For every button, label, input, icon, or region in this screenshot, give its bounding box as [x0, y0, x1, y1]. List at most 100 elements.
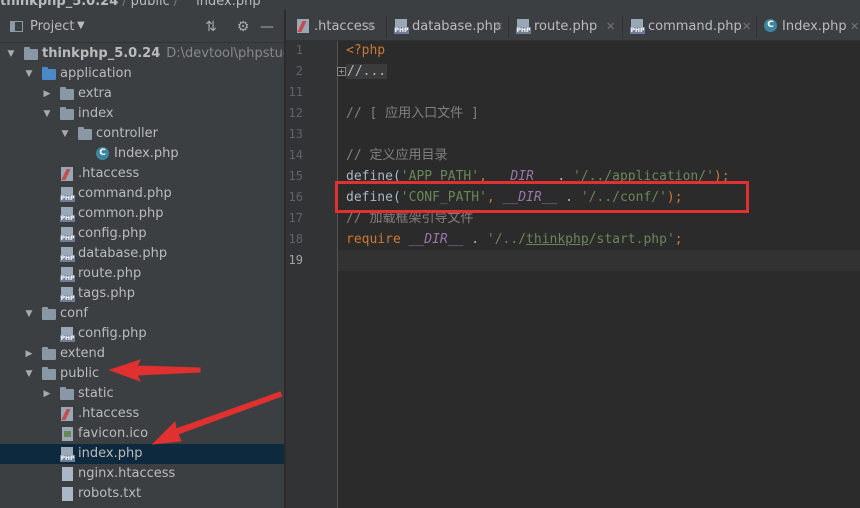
code-line[interactable]: // 定义应用目录	[346, 145, 447, 166]
tree-item[interactable]: PHP route.php	[0, 264, 284, 284]
folder-icon	[42, 307, 56, 320]
tree-item-label: config.php	[78, 226, 147, 241]
expand-arrow-icon[interactable]: ▼	[24, 64, 34, 84]
line-number: 13	[288, 127, 303, 141]
code-token: __DIR__	[408, 232, 464, 247]
tree-item-label: config.php	[78, 326, 147, 341]
tree-item[interactable]: .htaccess	[0, 164, 284, 184]
hide-icon[interactable]: —	[258, 18, 276, 36]
collapse-arrow-icon[interactable]: ▶	[24, 344, 34, 364]
code-token: '/../	[486, 232, 527, 247]
expand-arrow-icon[interactable]: ▼	[60, 124, 70, 144]
editor-tab[interactable]: C Index.php ✕	[764, 10, 860, 40]
text-file-icon	[60, 487, 75, 501]
tree-item[interactable]: ▼ application	[0, 64, 284, 84]
tree-item[interactable]: PHP index.php	[0, 444, 284, 464]
tree-item-label: common.php	[78, 206, 164, 221]
tree-item-label: thinkphp_5.0.24D:\devtool\phpstudy_pro	[42, 44, 284, 64]
tab-separator	[508, 16, 509, 38]
breadcrumb-project[interactable]: thinkphp_5.0.24	[0, 0, 118, 9]
close-icon[interactable]: ✕	[606, 10, 615, 40]
folder-icon	[60, 87, 74, 100]
php-file-icon: PHP	[60, 327, 75, 342]
tree-item[interactable]: PHP config.php	[0, 224, 284, 244]
current-line-highlight	[338, 250, 860, 271]
tree-item[interactable]: ▼ controller	[0, 124, 284, 144]
tree-item[interactable]: ▼ conf	[0, 304, 284, 324]
tree-item-label: command.php	[78, 186, 172, 201]
gear-icon[interactable]: ⚙	[234, 18, 252, 36]
tree-item[interactable]: ▼ index	[0, 104, 284, 124]
fold-toggle-icon[interactable]: +	[337, 67, 346, 76]
close-icon[interactable]: ✕	[850, 10, 859, 40]
expand-arrow-icon[interactable]: ▼	[42, 104, 52, 124]
htaccess-file-icon	[60, 167, 75, 181]
code-line[interactable]: <?php	[346, 40, 385, 61]
expand-arrow-icon[interactable]: ▼	[6, 44, 16, 64]
tree-item[interactable]: ▶ extra	[0, 84, 284, 104]
tree-item[interactable]: ▶ static	[0, 384, 284, 404]
code-line[interactable]: // [ 应用入口文件 ]	[346, 103, 479, 124]
tree-item[interactable]: ▶ extend	[0, 344, 284, 364]
code-line[interactable]: //...	[346, 61, 388, 82]
tree-item[interactable]: PHP tags.php	[0, 284, 284, 304]
tree-item[interactable]: PHP command.php	[0, 184, 284, 204]
line-number: 1	[295, 43, 303, 57]
tree-item[interactable]: nginx.htaccess	[0, 464, 284, 484]
code-token: require	[346, 232, 409, 247]
project-path: D:\devtool\phpstudy_pro	[166, 46, 284, 61]
expand-arrow-icon[interactable]: ▼	[24, 364, 34, 384]
close-icon[interactable]: ✕	[494, 10, 503, 40]
line-number: 14	[288, 148, 303, 162]
code-token: thinkphp	[526, 232, 589, 247]
chevron-down-icon[interactable]: ▼	[77, 20, 85, 31]
folder-icon	[24, 47, 38, 60]
editor-tab[interactable]: PHP route.php ✕	[516, 10, 620, 40]
editor-tab[interactable]: PHP database.php ✕	[394, 10, 508, 40]
tree-item-label: public	[60, 366, 100, 381]
collapse-arrow-icon[interactable]: ▶	[42, 84, 52, 104]
breadcrumb-folder[interactable]: public	[131, 0, 170, 9]
line-number: 17	[288, 211, 303, 225]
php-file-icon: PHP	[60, 447, 75, 462]
tree-item-label: robots.txt	[78, 486, 142, 501]
tab-separator	[756, 16, 757, 38]
tree-item[interactable]: C Index.php	[0, 144, 284, 164]
tab-label: Index.php	[782, 19, 847, 34]
project-panel-title[interactable]: Project	[30, 19, 74, 34]
php-file-icon: PHP	[60, 227, 75, 242]
tree-item-label: database.php	[78, 246, 168, 261]
close-icon[interactable]: ✕	[366, 10, 375, 40]
code-token: <?php	[346, 43, 386, 58]
tab-label: database.php	[412, 19, 502, 34]
editor-tab[interactable]: PHP command.php ✕	[630, 10, 756, 40]
tree-item-label: conf	[60, 306, 88, 321]
tree-item[interactable]: .htaccess	[0, 404, 284, 424]
project-panel-header: Project ▼ ⇅ ⚙ —	[0, 16, 284, 38]
breadcrumb-separator: /	[173, 0, 179, 9]
php-file-icon: PHP	[630, 19, 645, 34]
tree-item[interactable]: robots.txt	[0, 484, 284, 504]
code-line[interactable]: require __DIR__ . '/../thinkphp/start.ph…	[346, 229, 683, 250]
htaccess-file-icon	[60, 407, 75, 421]
tree-item[interactable]: ▼ public	[0, 364, 284, 384]
php-file-icon: PHP	[394, 19, 409, 34]
equalize-icon[interactable]: ⇅	[202, 18, 220, 36]
expand-arrow-icon[interactable]: ▼	[24, 304, 34, 324]
editor-tab[interactable]: .htaccess ✕	[296, 10, 380, 40]
breadcrumb-file[interactable]: index.php	[196, 0, 260, 9]
tree-item[interactable]: PHP database.php	[0, 244, 284, 264]
tree-item-label: Index.php	[114, 146, 179, 161]
tree-item-label: .htaccess	[78, 406, 140, 421]
tree-item[interactable]: PHP config.php	[0, 324, 284, 344]
tree-item-label: tags.php	[78, 286, 135, 301]
tree-item[interactable]: PHP common.php	[0, 204, 284, 224]
close-icon[interactable]: ✕	[742, 10, 751, 40]
php-class-icon: C	[764, 19, 777, 32]
tree-item[interactable]: ▼ thinkphp_5.0.24D:\devtool\phpstudy_pro	[0, 44, 284, 64]
gutter-divider	[337, 41, 338, 508]
collapse-arrow-icon[interactable]: ▶	[42, 384, 52, 404]
php-file-icon	[182, 0, 196, 8]
tree-item[interactable]: favicon.ico	[0, 424, 284, 444]
folder-icon	[42, 347, 56, 360]
